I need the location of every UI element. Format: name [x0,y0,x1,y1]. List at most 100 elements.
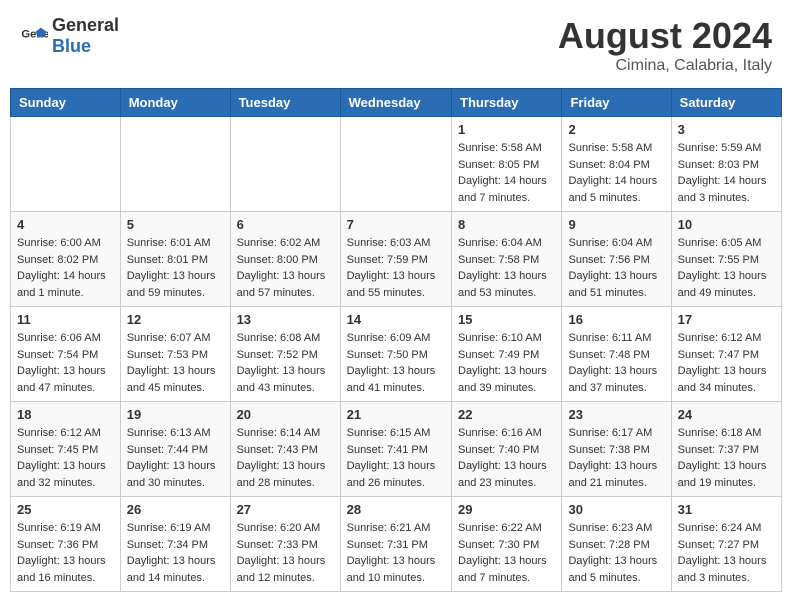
page-header: General General Blue August 2024 Cimina,… [10,10,782,80]
weekday-header-saturday: Saturday [671,89,781,117]
calendar-cell: 19Sunrise: 6:13 AMSunset: 7:44 PMDayligh… [120,402,230,497]
title-section: August 2024 Cimina, Calabria, Italy [558,15,772,75]
calendar-cell: 26Sunrise: 6:19 AMSunset: 7:34 PMDayligh… [120,497,230,592]
calendar-cell: 12 Sunrise: 6:07 AMSunset: 7:53 PMDayligh… [120,307,230,402]
calendar-cell: 11Sunrise: 6:06 AMSunset: 7:54 PMDayligh… [11,307,121,402]
day-number: 22 [458,407,555,422]
logo: General General Blue [20,15,119,57]
calendar-cell: 6 Sunrise: 6:02 AMSunset: 8:00 PMDaylight… [230,212,340,307]
day-number: 10 [678,217,775,232]
calendar-week-3: 11Sunrise: 6:06 AMSunset: 7:54 PMDayligh… [11,307,782,402]
weekday-header-friday: Friday [562,89,671,117]
calendar-cell [120,117,230,212]
day-number: 13 [237,312,334,327]
calendar-cell: 7 Sunrise: 6:03 AMSunset: 7:59 PMDaylight… [340,212,451,307]
calendar-cell: 25 Sunrise: 6:19 AMSunset: 7:36 PMDayligh… [11,497,121,592]
weekday-header-sunday: Sunday [11,89,121,117]
calendar-cell: 21Sunrise: 6:15 AMSunset: 7:41 PMDayligh… [340,402,451,497]
day-info: Sunrise: 6:19 AMSunset: 7:34 PMDaylight:… [127,520,224,586]
day-number: 8 [458,217,555,232]
day-number: 23 [568,407,664,422]
day-info: Sunrise: 6:23 AMSunset: 7:28 PMDaylight:… [568,520,664,586]
day-number: 27 [237,502,334,517]
day-number: 6 [237,217,334,232]
day-number: 17 [678,312,775,327]
day-info: Sunrise: 6:03 AMSunset: 7:59 PMDaylight:… [347,235,445,301]
day-number: 29 [458,502,555,517]
day-info: Sunrise: 6:04 AMSunset: 7:56 PMDaylight:… [568,235,664,301]
day-number: 18 [17,407,114,422]
day-number: 3 [678,122,775,137]
day-info: Sunrise: 6:02 AMSunset: 8:00 PMDaylight:… [237,235,334,301]
day-info: Sunrise: 6:09 AMSunset: 7:50 PMDaylight:… [347,330,445,396]
day-info: Sunrise: 6:24 AMSunset: 7:27 PMDaylight:… [678,520,775,586]
calendar-week-4: 18 Sunrise: 6:12 AMSunset: 7:45 PMDayligh… [11,402,782,497]
weekday-header-monday: Monday [120,89,230,117]
day-number: 11 [17,312,114,327]
calendar-body: 1 Sunrise: 5:58 AMSunset: 8:05 PMDaylight… [11,117,782,592]
calendar-cell: 20 Sunrise: 6:14 AMSunset: 7:43 PMDayligh… [230,402,340,497]
day-info: Sunrise: 5:58 AMSunset: 8:05 PMDaylight:… [458,140,555,206]
calendar-cell: 14 Sunrise: 6:09 AMSunset: 7:50 PMDayligh… [340,307,451,402]
day-info: Sunrise: 5:59 AMSunset: 8:03 PMDaylight:… [678,140,775,206]
calendar-cell: 24Sunrise: 6:18 AMSunset: 7:37 PMDayligh… [671,402,781,497]
day-info: Sunrise: 6:18 AMSunset: 7:37 PMDaylight:… [678,425,775,491]
day-info: Sunrise: 6:17 AMSunset: 7:38 PMDaylight:… [568,425,664,491]
calendar-cell: 1 Sunrise: 5:58 AMSunset: 8:05 PMDaylight… [452,117,562,212]
day-info: Sunrise: 6:16 AMSunset: 7:40 PMDaylight:… [458,425,555,491]
calendar-cell [340,117,451,212]
calendar-cell: 30Sunrise: 6:23 AMSunset: 7:28 PMDayligh… [562,497,671,592]
calendar-cell: 31Sunrise: 6:24 AMSunset: 7:27 PMDayligh… [671,497,781,592]
day-number: 1 [458,122,555,137]
day-info: Sunrise: 6:04 AMSunset: 7:58 PMDaylight:… [458,235,555,301]
day-number: 12 [127,312,224,327]
day-number: 25 [17,502,114,517]
calendar-cell: 28 Sunrise: 6:21 AMSunset: 7:31 PMDayligh… [340,497,451,592]
day-number: 19 [127,407,224,422]
day-number: 20 [237,407,334,422]
calendar-cell: 10Sunrise: 6:05 AMSunset: 7:55 PMDayligh… [671,212,781,307]
calendar-cell: 4 Sunrise: 6:00 AMSunset: 8:02 PMDaylight… [11,212,121,307]
calendar-cell: 13 Sunrise: 6:08 AMSunset: 7:52 PMDayligh… [230,307,340,402]
day-info: Sunrise: 6:19 AMSunset: 7:36 PMDaylight:… [17,520,114,586]
day-info: Sunrise: 6:07 AMSunset: 7:53 PMDaylight:… [127,330,224,396]
day-number: 7 [347,217,445,232]
day-info: Sunrise: 6:15 AMSunset: 7:41 PMDaylight:… [347,425,445,491]
day-number: 14 [347,312,445,327]
calendar-header: SundayMondayTuesdayWednesdayThursdayFrid… [11,89,782,117]
weekday-header-tuesday: Tuesday [230,89,340,117]
day-info: Sunrise: 6:01 AMSunset: 8:01 PMDaylight:… [127,235,224,301]
weekday-header-wednesday: Wednesday [340,89,451,117]
calendar-week-5: 25 Sunrise: 6:19 AMSunset: 7:36 PMDayligh… [11,497,782,592]
calendar-week-1: 1 Sunrise: 5:58 AMSunset: 8:05 PMDaylight… [11,117,782,212]
day-number: 28 [347,502,445,517]
day-info: Sunrise: 6:21 AMSunset: 7:31 PMDaylight:… [347,520,445,586]
logo-icon: General [20,22,48,50]
calendar-cell: 8 Sunrise: 6:04 AMSunset: 7:58 PMDaylight… [452,212,562,307]
logo-general-text: General [52,15,119,35]
calendar-cell: 15Sunrise: 6:10 AMSunset: 7:49 PMDayligh… [452,307,562,402]
weekday-header-thursday: Thursday [452,89,562,117]
day-number: 16 [568,312,664,327]
calendar-cell [11,117,121,212]
calendar-cell: 5 Sunrise: 6:01 AMSunset: 8:01 PMDaylight… [120,212,230,307]
day-number: 2 [568,122,664,137]
day-number: 4 [17,217,114,232]
calendar-cell: 2 Sunrise: 5:58 AMSunset: 8:04 PMDaylight… [562,117,671,212]
day-info: Sunrise: 5:58 AMSunset: 8:04 PMDaylight:… [568,140,664,206]
calendar-cell: 9 Sunrise: 6:04 AMSunset: 7:56 PMDaylight… [562,212,671,307]
weekday-header-row: SundayMondayTuesdayWednesdayThursdayFrid… [11,89,782,117]
logo-blue-text: Blue [52,36,91,56]
day-info: Sunrise: 6:20 AMSunset: 7:33 PMDaylight:… [237,520,334,586]
day-info: Sunrise: 6:14 AMSunset: 7:43 PMDaylight:… [237,425,334,491]
day-info: Sunrise: 6:12 AMSunset: 7:45 PMDaylight:… [17,425,114,491]
day-info: Sunrise: 6:00 AMSunset: 8:02 PMDaylight:… [17,235,114,301]
sub-title: Cimina, Calabria, Italy [558,57,772,75]
day-number: 5 [127,217,224,232]
day-info: Sunrise: 6:08 AMSunset: 7:52 PMDaylight:… [237,330,334,396]
day-number: 9 [568,217,664,232]
day-info: Sunrise: 6:10 AMSunset: 7:49 PMDaylight:… [458,330,555,396]
calendar-cell: 3 Sunrise: 5:59 AMSunset: 8:03 PMDaylight… [671,117,781,212]
calendar-cell: 22 Sunrise: 6:16 AMSunset: 7:40 PMDayligh… [452,402,562,497]
calendar-cell: 23 Sunrise: 6:17 AMSunset: 7:38 PMDayligh… [562,402,671,497]
